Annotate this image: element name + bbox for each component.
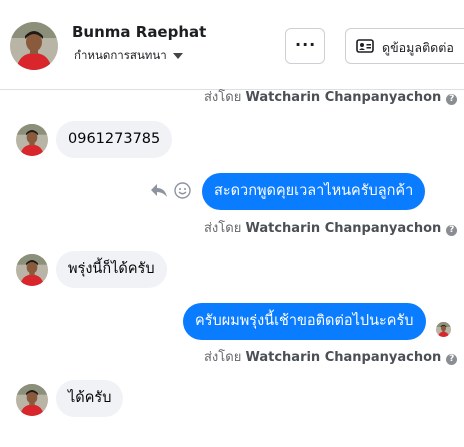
contact-avatar[interactable] — [16, 124, 48, 156]
smiley-icon[interactable] — [174, 182, 191, 199]
more-dots-icon: ··· — [295, 35, 317, 54]
sent-by-label: ส่งโดย — [204, 221, 242, 236]
sent-by-label: ส่งโดย — [204, 90, 242, 105]
outgoing-message[interactable]: สะดวกพูดคุยเวลาไหนครับลูกค้า — [202, 173, 426, 210]
schedule-label: กำหนดการสนทนา — [74, 48, 167, 62]
incoming-message[interactable]: ได้ครับ — [56, 380, 124, 417]
profile-avatar[interactable] — [10, 22, 58, 70]
sender-name: Watcharin Chanpanyachon — [245, 221, 442, 236]
sender-line: ส่งโดย Watcharin Chanpanyachon? — [204, 346, 458, 367]
schedule-link[interactable]: กำหนดการสนทนา — [74, 47, 183, 65]
help-icon[interactable]: ? — [446, 94, 458, 105]
caret-down-icon — [172, 52, 183, 59]
help-icon[interactable]: ? — [446, 354, 458, 365]
view-contact-label: ดูข้อมูลติดต่อ — [382, 40, 454, 55]
sender-line: ส่งโดย Watcharin Chanpanyachon? — [204, 86, 458, 107]
view-contact-button[interactable]: ดูข้อมูลติดต่อ — [345, 28, 464, 64]
outgoing-message[interactable]: ครับผมพรุ่งนี้เช้าขอติดต่อไปนะครับ — [183, 303, 426, 340]
sender-line: ส่งโดย Watcharin Chanpanyachon? — [204, 217, 458, 238]
reply-icon[interactable] — [150, 182, 168, 198]
sent-by-label: ส่งโดย — [204, 350, 242, 365]
contact-card-icon — [356, 39, 374, 53]
sender-name: Watcharin Chanpanyachon — [245, 90, 442, 105]
seen-avatar — [436, 322, 451, 337]
contact-name[interactable]: Bunma Raephat — [72, 23, 206, 41]
incoming-message[interactable]: พรุ่งนี้ก็ได้ครับ — [56, 251, 167, 288]
incoming-message[interactable]: 0961273785 — [56, 121, 173, 158]
contact-avatar[interactable] — [16, 254, 48, 286]
more-options-button[interactable]: ··· — [285, 28, 325, 64]
help-icon[interactable]: ? — [446, 225, 458, 236]
sender-name: Watcharin Chanpanyachon — [245, 350, 442, 365]
contact-avatar[interactable] — [16, 384, 48, 416]
chat-header: Bunma Raephat กำหนดการสนทนา ··· ดูข้อมูล… — [0, 0, 464, 90]
